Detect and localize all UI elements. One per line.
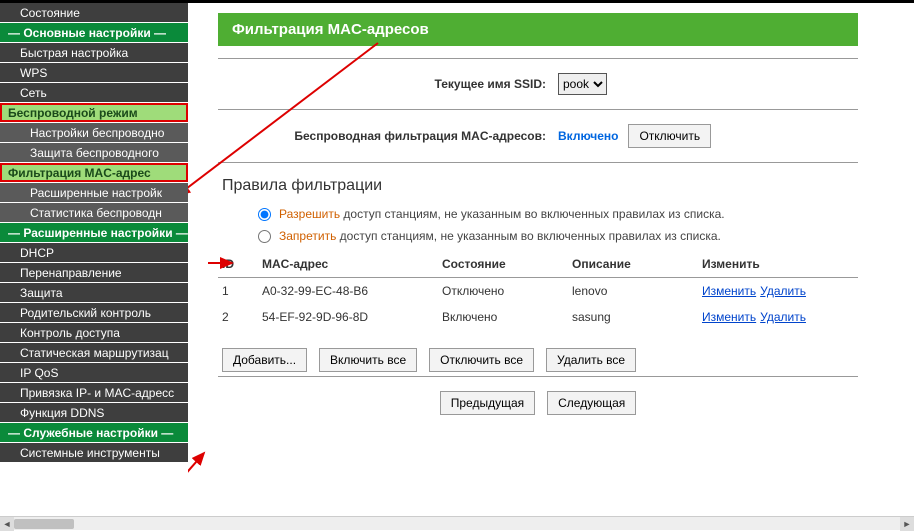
sidebar-item-21[interactable]: Служебные настройки bbox=[0, 423, 188, 443]
edit-link[interactable]: Изменить bbox=[702, 310, 756, 324]
rules-heading: Правила фильтрации bbox=[222, 177, 914, 195]
sidebar-item-7[interactable]: Защита беспроводного bbox=[0, 143, 188, 163]
page-title: Фильтрация MAC-адресов bbox=[218, 13, 858, 46]
col-id: ID bbox=[218, 251, 258, 278]
scroll-thumb[interactable] bbox=[14, 519, 74, 529]
cell-mac: A0-32-99-EC-48-B6 bbox=[258, 278, 438, 305]
mac-filter-label: Беспроводная фильтрация MAC-адресов: bbox=[218, 129, 558, 143]
col-desc: Описание bbox=[568, 251, 698, 278]
main-content: Фильтрация MAC-адресов Текущее имя SSID:… bbox=[188, 3, 914, 530]
delete-link[interactable]: Удалить bbox=[760, 310, 806, 324]
col-mac: MAC-адрес bbox=[258, 251, 438, 278]
cell-id: 2 bbox=[218, 304, 258, 330]
rule-allow-radio[interactable] bbox=[258, 208, 271, 221]
sidebar-item-16[interactable]: Контроль доступа bbox=[0, 323, 188, 343]
sidebar-item-3[interactable]: WPS bbox=[0, 63, 188, 83]
sidebar-item-8[interactable]: Фильтрация MAC-адрес bbox=[0, 163, 188, 183]
disable-all-button[interactable]: Отключить все bbox=[429, 348, 534, 372]
delete-all-button[interactable]: Удалить все bbox=[546, 348, 636, 372]
sidebar-item-13[interactable]: Перенаправление bbox=[0, 263, 188, 283]
cell-desc: lenovo bbox=[568, 278, 698, 305]
cell-desc: sasung bbox=[568, 304, 698, 330]
sidebar-item-11[interactable]: Расширенные настройки bbox=[0, 223, 188, 243]
enable-all-button[interactable]: Включить все bbox=[319, 348, 417, 372]
table-row: 1A0-32-99-EC-48-B6Отключеноlenovo Изменит… bbox=[218, 278, 858, 305]
toggle-filter-button[interactable]: Отключить bbox=[628, 124, 711, 148]
cell-state: Включено bbox=[438, 304, 568, 330]
sidebar-item-19[interactable]: Привязка IP- и MAC-адресс bbox=[0, 383, 188, 403]
prev-page-button[interactable]: Предыдущая bbox=[440, 391, 535, 415]
sidebar-item-20[interactable]: Функция DDNS bbox=[0, 403, 188, 423]
cell-id: 1 bbox=[218, 278, 258, 305]
horizontal-scrollbar[interactable]: ◄ ► bbox=[0, 516, 914, 530]
sidebar-item-14[interactable]: Защита bbox=[0, 283, 188, 303]
next-page-button[interactable]: Следующая bbox=[547, 391, 636, 415]
rule-deny[interactable]: Запретить доступ станциям, не указанным … bbox=[258, 229, 914, 243]
cell-mac: 54-EF-92-9D-96-8D bbox=[258, 304, 438, 330]
col-state: Состояние bbox=[438, 251, 568, 278]
table-row: 254-EF-92-9D-96-8DВключеноsasung Изменить… bbox=[218, 304, 858, 330]
delete-link[interactable]: Удалить bbox=[760, 284, 806, 298]
sidebar-item-0[interactable]: Состояние bbox=[0, 3, 188, 23]
sidebar-item-2[interactable]: Быстрая настройка bbox=[0, 43, 188, 63]
sidebar-item-15[interactable]: Родительский контроль bbox=[0, 303, 188, 323]
sidebar-item-5[interactable]: Беспроводной режим bbox=[0, 103, 188, 123]
edit-link[interactable]: Изменить bbox=[702, 284, 756, 298]
sidebar-item-12[interactable]: DHCP bbox=[0, 243, 188, 263]
sidebar-item-4[interactable]: Сеть bbox=[0, 83, 188, 103]
cell-state: Отключено bbox=[438, 278, 568, 305]
sidebar-item-18[interactable]: IP QoS bbox=[0, 363, 188, 383]
sidebar-item-22[interactable]: Системные инструменты bbox=[0, 443, 188, 463]
sidebar-item-17[interactable]: Статическая маршрутизац bbox=[0, 343, 188, 363]
sidebar-item-10[interactable]: Статистика беспроводн bbox=[0, 203, 188, 223]
rule-deny-radio[interactable] bbox=[258, 230, 271, 243]
ssid-select[interactable]: pook bbox=[558, 73, 607, 95]
scroll-right-icon[interactable]: ► bbox=[900, 517, 914, 531]
ssid-label: Текущее имя SSID: bbox=[218, 77, 558, 91]
mac-filter-state: Включено bbox=[558, 129, 618, 143]
col-modify: Изменить bbox=[698, 251, 858, 278]
scroll-left-icon[interactable]: ◄ bbox=[0, 517, 14, 531]
sidebar-item-9[interactable]: Расширенные настройк bbox=[0, 183, 188, 203]
rule-allow[interactable]: Разрешить доступ станциям, не указанным … bbox=[258, 207, 914, 221]
sidebar-item-6[interactable]: Настройки беспроводно bbox=[0, 123, 188, 143]
sidebar-item-1[interactable]: Основные настройки bbox=[0, 23, 188, 43]
rules-table: ID MAC-адрес Состояние Описание Изменить… bbox=[218, 251, 858, 330]
sidebar: СостояниеОсновные настройкиБыстрая настр… bbox=[0, 3, 188, 530]
add-button[interactable]: Добавить... bbox=[222, 348, 307, 372]
